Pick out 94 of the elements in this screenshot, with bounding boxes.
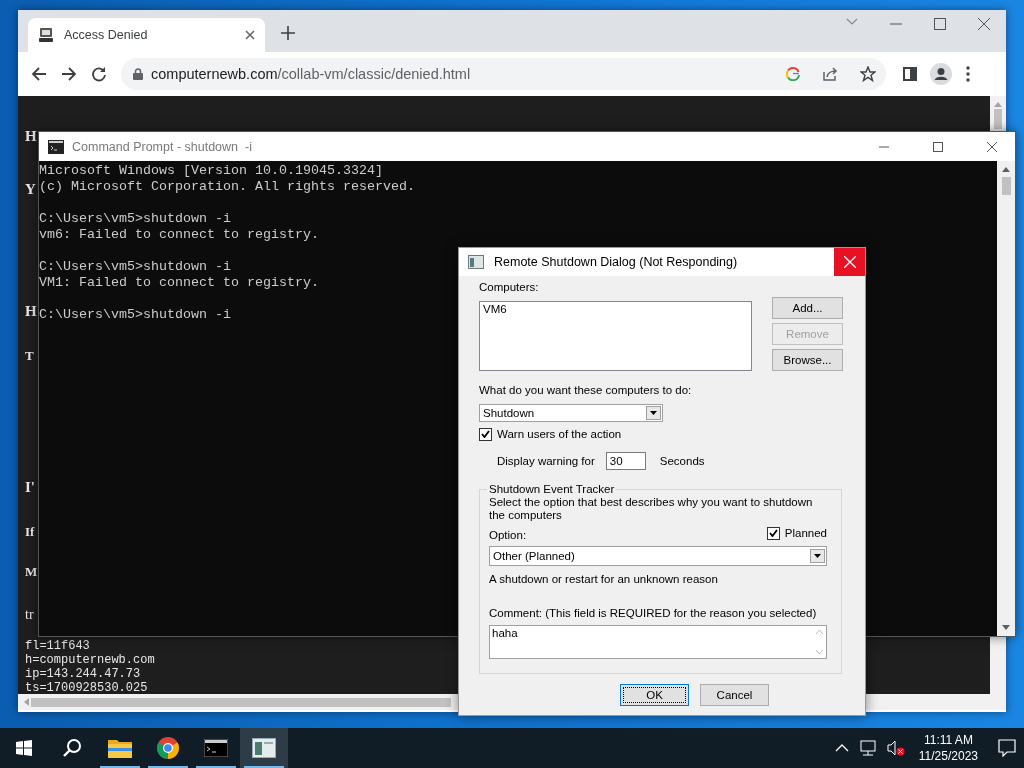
computer-list[interactable]: VM6 — [479, 301, 752, 371]
computer-icon — [38, 27, 54, 43]
page-text-line: ip=143.244.47.73 — [25, 667, 141, 681]
list-item[interactable]: VM6 — [483, 303, 507, 315]
field-label: Comment: (This field is REQUIRED for the reason you selected) — [489, 606, 817, 620]
console-icon — [48, 139, 64, 154]
scrollbar-thumb[interactable] — [31, 697, 451, 707]
field-label: Display warning for — [497, 454, 595, 468]
reload-icon[interactable] — [91, 66, 107, 82]
console-line: vm6: Failed to connect to registry. — [39, 227, 319, 243]
url-text: computernewb.com/collab-vm/classic/denied.html — [151, 66, 472, 82]
search-icon — [62, 738, 82, 758]
star-icon[interactable] — [860, 66, 876, 82]
field-label: Option: — [489, 528, 527, 542]
page-heading: H — [25, 127, 37, 146]
page-text: tr — [25, 606, 34, 624]
page-heading: If — [25, 523, 35, 541]
checkbox[interactable] — [766, 526, 780, 540]
console-line: C:\Users\vm5>shutdown -i — [39, 211, 231, 227]
maximize-icon[interactable] — [933, 141, 943, 152]
dropdown-arrow-icon — [814, 554, 821, 558]
window-title: Command Prompt - shutdown -i — [72, 139, 253, 154]
unit-label: Seconds — [659, 454, 705, 468]
dialog-title: Remote Shutdown Dialog (Not Responding) — [494, 255, 739, 269]
taskbar-app[interactable] — [240, 728, 288, 768]
lock-icon — [133, 68, 143, 80]
console-line: C:\Users\vm5>shutdown -i — [39, 259, 231, 275]
sidebar-icon[interactable] — [903, 67, 917, 81]
check-icon — [768, 529, 778, 537]
reason-dropdown[interactable]: Other (Planned) — [489, 546, 827, 566]
network-icon[interactable] — [858, 740, 877, 756]
scroll-down-icon — [815, 650, 823, 654]
dropdown-arrow-icon — [650, 411, 657, 415]
group-title: Shutdown Event Tracker — [488, 482, 616, 496]
address-bar[interactable]: computernewb.com/collab-vm/classic/denied.html — [121, 58, 886, 90]
console-line: VM1: Failed to connect to registry. — [39, 275, 319, 291]
notification-icon[interactable] — [998, 739, 1016, 757]
profile-icon[interactable] — [930, 63, 952, 85]
chevron-down-icon[interactable] — [846, 18, 858, 26]
scroll-down-icon[interactable] — [1002, 625, 1010, 630]
checkbox-label: Planned — [784, 526, 827, 540]
clock[interactable]: 11:11 AM 11/25/2023 — [918, 732, 978, 764]
maximize-icon[interactable] — [934, 18, 946, 30]
page-heading: I' — [25, 478, 35, 497]
cancel-button[interactable]: Cancel — [700, 684, 769, 706]
menu-icon[interactable] — [966, 66, 970, 82]
reason-description: A shutdown or restart for an unknown reason — [489, 572, 718, 586]
checkbox-label: Warn users of the action — [497, 427, 622, 441]
console-line: (c) Microsoft Corporation. All rights reserved. — [39, 179, 415, 195]
vertical-scrollbar[interactable] — [997, 161, 1015, 636]
ok-button[interactable]: OK — [620, 684, 689, 706]
field-label: Computers: — [479, 280, 539, 294]
comment-field[interactable]: haha — [489, 625, 827, 659]
close-button[interactable] — [834, 248, 865, 276]
page-text-line: ts=1700928530.025 — [25, 681, 148, 694]
browser-tab[interactable]: Access Denied — [28, 18, 265, 52]
console-line: Microsoft Windows [Version 10.0.19045.3324] — [39, 163, 383, 179]
add-button[interactable]: Add... — [772, 297, 843, 319]
close-icon — [843, 256, 856, 268]
close-icon[interactable] — [978, 18, 990, 30]
scroll-up-icon[interactable] — [1002, 167, 1010, 172]
action-dropdown[interactable]: Shutdown — [479, 404, 663, 422]
close-icon[interactable] — [245, 30, 255, 40]
console-line: C:\Users\vm5>shutdown -i — [39, 307, 231, 323]
page-text-line: fl=11f643 — [25, 639, 90, 653]
tab-title: Access Denied — [64, 28, 149, 42]
page-text-line: h=computernewb.com — [25, 653, 155, 667]
chrome-icon — [156, 736, 180, 760]
page-heading: Y — [25, 180, 36, 199]
windows-icon — [16, 740, 32, 756]
scroll-up-icon — [815, 630, 823, 634]
scrollbar-thumb[interactable] — [994, 109, 1002, 129]
forward-icon[interactable] — [61, 66, 77, 82]
window-icon — [468, 255, 484, 269]
share-icon[interactable] — [822, 66, 838, 82]
new-tab-icon[interactable] — [281, 26, 295, 40]
back-icon[interactable] — [31, 66, 47, 82]
g-icon[interactable] — [786, 67, 800, 81]
browse-button[interactable]: Browse... — [772, 349, 843, 371]
page-heading: T — [25, 347, 34, 365]
checkbox[interactable] — [479, 427, 492, 441]
chevron-up-icon[interactable] — [834, 744, 849, 752]
muted-speaker-icon[interactable] — [886, 740, 905, 756]
description-text: Select the option that best describes why you want to shutdown the computers — [489, 496, 814, 522]
check-icon — [481, 430, 490, 438]
window-icon — [252, 738, 276, 758]
scrollbar-thumb[interactable] — [1001, 177, 1011, 195]
field-label: What do you want these computers to do: — [479, 383, 692, 397]
page-heading: H — [25, 302, 37, 321]
console-icon — [204, 739, 228, 757]
page-heading: M — [25, 563, 38, 581]
close-icon[interactable] — [987, 141, 997, 152]
seconds-field[interactable]: 30 — [605, 452, 646, 470]
folder-icon — [108, 738, 132, 758]
